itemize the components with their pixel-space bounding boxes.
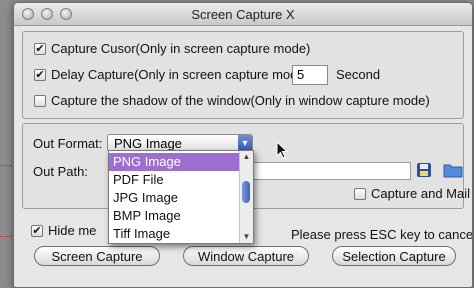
out-format-label: Out Format: [33, 136, 103, 151]
screen-capture-window: Screen Capture X ✔ Capture Cusor(Only in… [13, 2, 473, 288]
delay-capture-label: Delay Capture(Only in screen capture mod… [51, 67, 309, 82]
seconds-unit-label: Second [336, 67, 381, 82]
out-path-field[interactable] [241, 162, 411, 180]
format-option-bmp[interactable]: BMP Image [109, 207, 239, 225]
capture-and-mail-checkbox[interactable] [354, 188, 366, 200]
title-bar[interactable]: Screen Capture X [14, 3, 472, 26]
options-panel: ✔ Capture Cusor(Only in screen capture m… [22, 31, 464, 119]
window-capture-button[interactable]: Window Capture [183, 246, 309, 266]
checkmark-icon: ✔ [35, 43, 45, 55]
out-format-value: PNG Image [114, 136, 182, 151]
window-title: Screen Capture X [191, 7, 295, 22]
format-option-tiff[interactable]: Tiff Image [109, 225, 239, 243]
screen-capture-button[interactable]: Screen Capture [34, 246, 160, 266]
mouse-pointer-icon [276, 141, 288, 159]
delay-capture-checkbox[interactable]: ✔ [34, 69, 46, 81]
scrollbar-thumb[interactable] [242, 181, 250, 203]
save-disk-icon[interactable] [416, 162, 432, 178]
format-dropdown-menu[interactable]: PNG Image PDF File JPG Image BMP Image T… [108, 150, 254, 244]
selection-capture-button[interactable]: Selection Capture [332, 246, 456, 266]
capture-and-mail-label: Capture and Mail [371, 186, 470, 201]
capture-shadow-label: Capture the shadow of the window(Only in… [51, 93, 430, 108]
esc-hint-text: Please press ESC key to cancel [291, 227, 473, 242]
dropdown-arrow-icon[interactable]: ▼ [238, 135, 252, 151]
format-option-jpg[interactable]: JPG Image [109, 189, 239, 207]
capture-shadow-checkbox[interactable] [34, 95, 46, 107]
scroll-up-arrow-icon[interactable]: ▲ [240, 151, 253, 163]
dropdown-scrollbar[interactable]: ▲ ▼ [239, 151, 253, 243]
capture-cursor-checkbox[interactable]: ✔ [34, 43, 46, 55]
scroll-down-arrow-icon[interactable]: ▼ [240, 231, 253, 243]
hide-me-label: Hide me [48, 223, 97, 238]
delay-seconds-field[interactable]: 5 [292, 65, 328, 85]
checkmark-icon: ✔ [35, 69, 45, 81]
background-dashed-line [0, 236, 12, 237]
format-option-png[interactable]: PNG Image [109, 153, 239, 171]
folder-icon[interactable] [443, 162, 463, 178]
hide-me-checkbox[interactable]: ✔ [31, 225, 43, 237]
format-option-pdf[interactable]: PDF File [109, 171, 239, 189]
out-path-label: Out Path: [33, 164, 88, 179]
background-dashed-line [0, 165, 12, 166]
capture-cursor-label: Capture Cusor(Only in screen capture mod… [51, 41, 311, 56]
checkmark-icon: ✔ [32, 225, 42, 237]
